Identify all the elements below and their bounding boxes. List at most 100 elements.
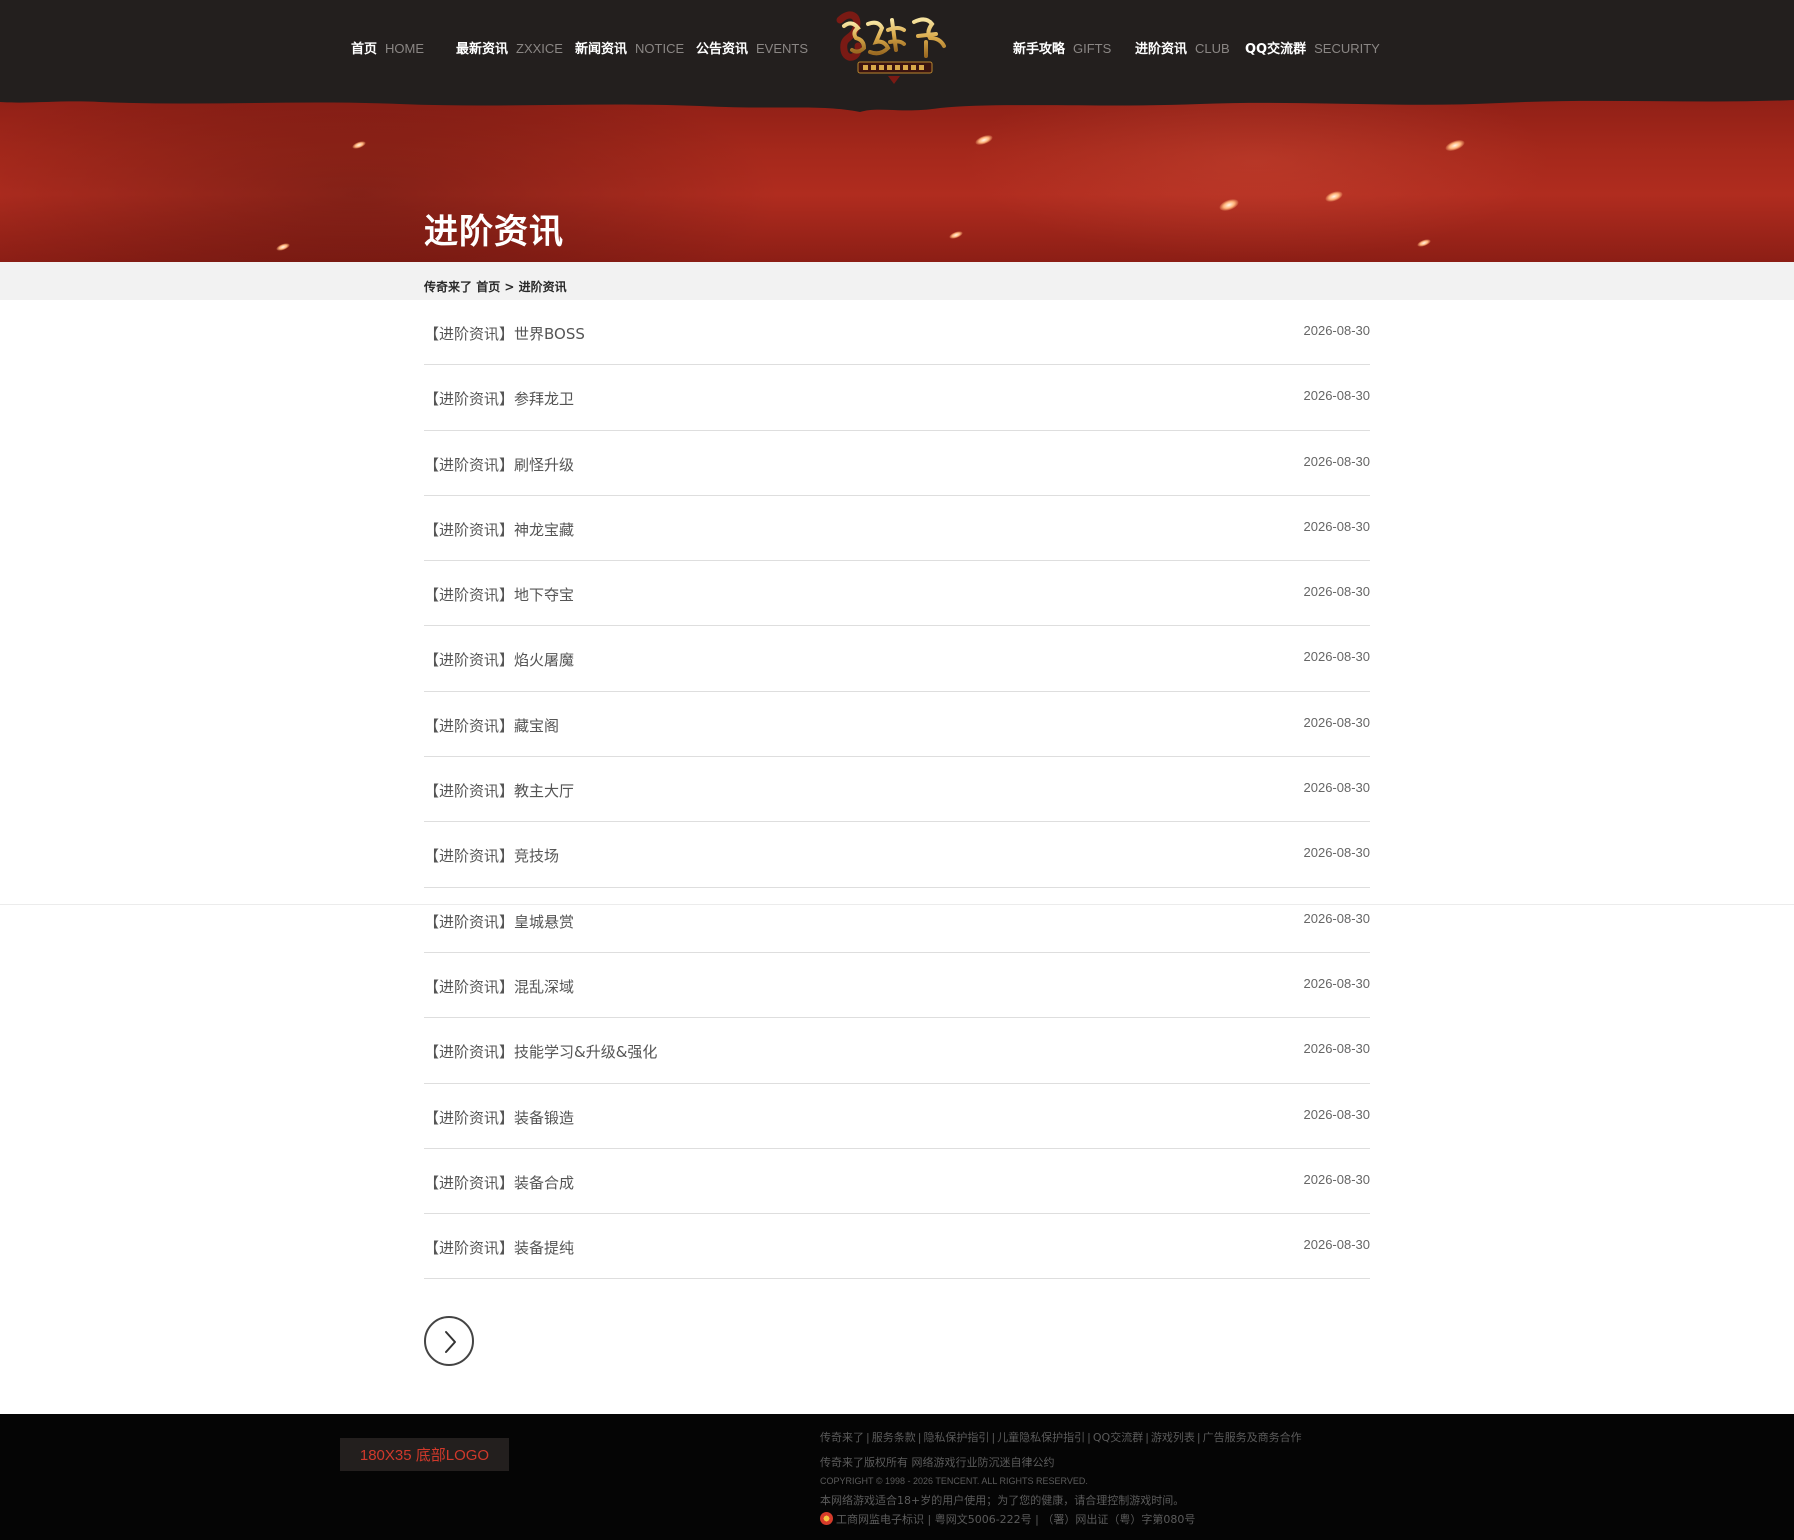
footer-link[interactable]: 广告服务及商务合作 [1203, 1431, 1302, 1444]
article-title: 【进阶资讯】皇城悬赏 [424, 912, 575, 931]
ember-spark [275, 241, 291, 253]
breadcrumb-bar: 传奇来了 首页 > 进阶资讯 [0, 262, 1794, 300]
next-page-button[interactable] [424, 1316, 474, 1366]
police-badge-icon [820, 1512, 833, 1525]
footer-link[interactable]: 儿童隐私保护指引 [997, 1431, 1085, 1444]
ember-spark [1324, 189, 1344, 204]
article-title: 【进阶资讯】教主大厅 [424, 782, 575, 801]
footer-links: 传奇来了 | 服务条款 | 隐私保护指引 | 儿童隐私保护指引 | QQ交流群 | 游戏列表 | 广告服… [820, 1431, 1302, 1444]
torn-edge-decoration [0, 94, 1794, 112]
chevron-right-icon [445, 1331, 456, 1353]
breadcrumb-site[interactable]: 传奇来了 [424, 280, 472, 294]
nav-news[interactable]: 新闻资讯 NOTICE [575, 38, 696, 57]
article-date: 2026-08-30 [1303, 975, 1371, 991]
article-item[interactable]: 【进阶资讯】焰火屠魔 2026-08-30 [424, 626, 1371, 692]
nav-advanced[interactable]: 进阶资讯 CLUB [1135, 38, 1245, 57]
article-title: 【进阶资讯】藏宝阁 [424, 716, 560, 735]
article-date: 2026-08-30 [1303, 1041, 1371, 1057]
footer-link[interactable]: 隐私保护指引 [923, 1431, 989, 1444]
article-title: 【进阶资讯】地下夺宝 [424, 586, 575, 605]
ember-spark [1444, 137, 1466, 154]
nav-left-group: 首页 HOME 最新资讯 ZXXICE 新闻资讯 NOTICE 公告资讯 EVE… [351, 0, 816, 94]
article-item[interactable]: 【进阶资讯】混乱深域 2026-08-30 [424, 953, 1371, 1019]
nav-beginner-guide-en: GIFTS [1073, 40, 1112, 56]
footer-link[interactable]: QQ交流群 [1093, 1431, 1143, 1444]
nav-qq-group-label: QQ交流群 [1245, 41, 1307, 57]
article-title: 【进阶资讯】竞技场 [424, 847, 560, 866]
article-date: 2026-08-30 [1303, 649, 1371, 665]
breadcrumb: 传奇来了 首页 > 进阶资讯 [424, 278, 567, 295]
footer-rights: 传奇来了版权所有 网络游戏行业防沉迷自律公约 [820, 1456, 1055, 1469]
article-date: 2026-08-30 [1303, 323, 1371, 338]
nav-advanced-label: 进阶资讯 [1135, 41, 1188, 57]
breadcrumb-separator: > [504, 280, 515, 294]
footer-license-row: 工商网监电子标识 | 粤网文5006-222号 | （署）网出证（粤）字第080… [820, 1510, 1302, 1529]
article-item[interactable]: 【进阶资讯】装备提纯 2026-08-30 [424, 1214, 1371, 1280]
article-date: 2026-08-30 [1303, 845, 1371, 861]
article-date: 2026-08-30 [1303, 780, 1371, 796]
nav-latest[interactable]: 最新资讯 ZXXICE [456, 38, 575, 57]
article-item[interactable]: 【进阶资讯】装备锻造 2026-08-30 [424, 1084, 1370, 1149]
article-item[interactable]: 【进阶资讯】教主大厅 2026-08-30 [424, 757, 1371, 823]
nav-advanced-en: CLUB [1195, 40, 1230, 56]
footer-logo[interactable]: 180X35 底部LOGO [340, 1438, 509, 1471]
article-title: 【进阶资讯】装备提纯 [424, 1239, 575, 1258]
article-item[interactable]: 【进阶资讯】参拜龙卫 2026-08-30 [424, 365, 1371, 431]
article-item[interactable]: 【进阶资讯】竞技场 2026-08-30 [424, 822, 1371, 888]
article-item[interactable]: 【进阶资讯】地下夺宝 2026-08-30 [424, 561, 1371, 627]
article-title: 【进阶资讯】参拜龙卫 [424, 390, 575, 409]
ember-spark [1416, 237, 1432, 249]
article-date: 2026-08-30 [1303, 584, 1371, 600]
ember-spark [948, 229, 964, 241]
breadcrumb-current: 进阶资讯 [518, 280, 567, 294]
breadcrumb-home[interactable]: 首页 [476, 280, 500, 294]
article-item[interactable]: 【进阶资讯】刷怪升级 2026-08-30 [424, 431, 1370, 496]
article-item[interactable]: 【进阶资讯】装备合成 2026-08-30 [424, 1149, 1371, 1215]
article-title: 【进阶资讯】装备合成 [424, 1173, 575, 1192]
article-date: 2026-08-30 [1303, 910, 1371, 926]
nav-announcements[interactable]: 公告资讯 EVENTS [696, 38, 816, 57]
article-title: 【进阶资讯】刷怪升级 [424, 455, 575, 474]
ember-spark [974, 133, 994, 147]
footer-link[interactable]: 传奇来了 [820, 1431, 864, 1444]
article-date: 2026-08-30 [1303, 518, 1371, 534]
article-item[interactable]: 【进阶资讯】世界BOSS 2026-08-30 [424, 300, 1371, 366]
article-title: 【进阶资讯】焰火屠魔 [424, 651, 575, 670]
page-title: 进阶资讯 [424, 212, 564, 252]
nav-beginner-guide-label: 新手攻略 [1013, 41, 1066, 57]
article-item[interactable]: 【进阶资讯】藏宝阁 2026-08-30 [424, 692, 1371, 758]
article-title: 【进阶资讯】混乱深域 [424, 977, 575, 996]
nav-beginner-guide[interactable]: 新手攻略 GIFTS [1013, 38, 1135, 57]
footer-notice: 本网络游戏适合18+岁的用户使用；为了您的健康，请合理控制游戏时间。 [820, 1494, 1185, 1507]
article-item[interactable]: 【进阶资讯】技能学习&升级&强化 2026-08-30 [424, 1018, 1371, 1084]
site-logo[interactable] [830, 6, 958, 90]
nav-qq-group-en: SECURITY [1314, 40, 1380, 56]
site-footer: 180X35 底部LOGO 传奇来了 | 服务条款 | 隐私保护指引 | 儿童隐私保护指引 |… [0, 1414, 1794, 1540]
nav-announcements-label: 公告资讯 [696, 41, 749, 57]
ember-spark [1217, 196, 1241, 214]
article-date: 2026-08-30 [1303, 1237, 1371, 1253]
top-navbar: 首页 HOME 最新资讯 ZXXICE 新闻资讯 NOTICE 公告资讯 EVE… [0, 0, 1794, 94]
article-date: 2026-08-30 [1303, 1106, 1371, 1122]
nav-right-group: 新手攻略 GIFTS 进阶资讯 CLUB QQ交流群 SECURITY [1013, 0, 1385, 94]
article-title: 【进阶资讯】装备锻造 [424, 1108, 575, 1127]
nav-latest-label: 最新资讯 [456, 41, 509, 57]
nav-news-label: 新闻资讯 [575, 41, 628, 57]
footer-copyright: COPYRIGHT © 1998 - 2026 TENCENT. ALL RIG… [820, 1476, 1088, 1486]
footer-license[interactable]: 工商网监电子标识 | 粤网文5006-222号 | （署）网出证（粤）字第080… [836, 1513, 1195, 1526]
article-item[interactable]: 【进阶资讯】皇城悬赏 2026-08-30 [424, 888, 1370, 953]
nav-announcements-en: EVENTS [756, 40, 809, 56]
article-date: 2026-08-30 [1303, 388, 1371, 404]
nav-qq-group[interactable]: QQ交流群 SECURITY [1245, 38, 1385, 57]
footer-link[interactable]: 服务条款 [872, 1431, 916, 1444]
footer-link[interactable]: 游戏列表 [1151, 1431, 1195, 1444]
article-date: 2026-08-30 [1303, 714, 1371, 730]
nav-home-label: 首页 [351, 41, 378, 57]
article-date: 2026-08-30 [1303, 453, 1371, 469]
footer-info: 传奇来了 | 服务条款 | 隐私保护指引 | 儿童隐私保护指引 | QQ交流群 | 游戏列表 | 广告服… [820, 1428, 1302, 1529]
nav-home[interactable]: 首页 HOME [351, 38, 456, 57]
article-title: 【进阶资讯】神龙宝藏 [424, 520, 575, 539]
ember-spark [351, 139, 367, 151]
article-item[interactable]: 【进阶资讯】神龙宝藏 2026-08-30 [424, 496, 1371, 562]
article-date: 2026-08-30 [1303, 1171, 1371, 1187]
